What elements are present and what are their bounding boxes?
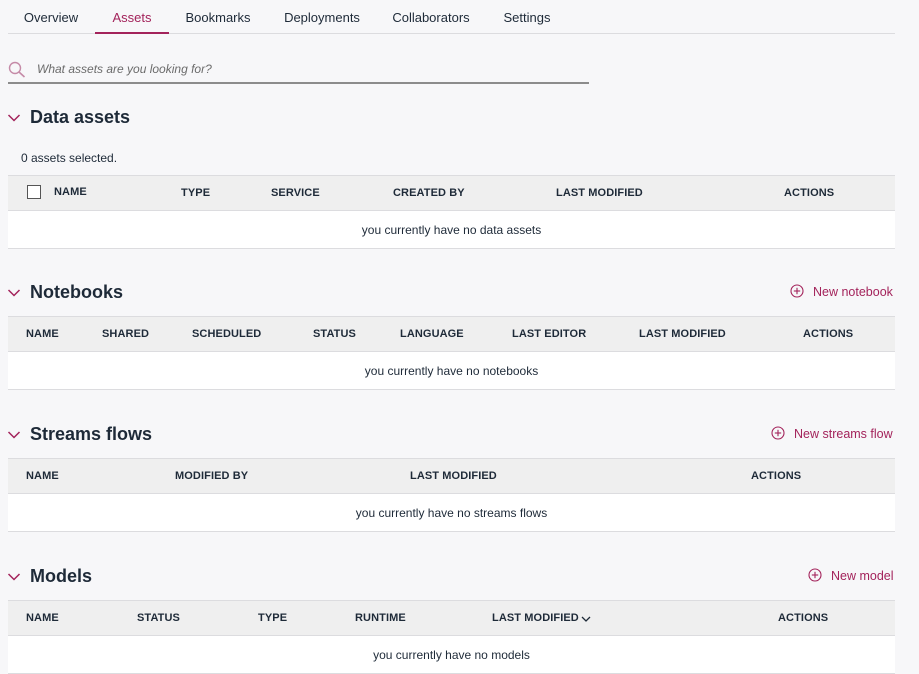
new-streams-flow-button[interactable]: New streams flow	[771, 425, 896, 445]
collapse-models-chevron-down-icon[interactable]	[7, 572, 21, 582]
column-header-last-modified[interactable]: LAST MODIFIED	[410, 459, 497, 493]
tab-collaborators[interactable]: Collaborators	[386, 0, 476, 33]
collapse-streams-flows-chevron-down-icon[interactable]	[7, 430, 21, 440]
asset-search	[8, 56, 589, 84]
collapse-notebooks-chevron-down-icon[interactable]	[7, 288, 21, 298]
empty-state-message: you currently have no models	[373, 648, 530, 662]
column-header-actions: ACTIONS	[803, 328, 854, 340]
plus-circle-icon	[771, 426, 785, 440]
column-header-last-modified[interactable]: LAST MODIFIED	[639, 317, 726, 351]
column-header-last-modified[interactable]: LAST MODIFIED	[492, 601, 579, 635]
column-header-last-modified[interactable]: LAST MODIFIED	[556, 176, 643, 210]
column-header-name[interactable]: NAME	[26, 601, 59, 635]
sort-chevron-down-icon[interactable]	[581, 615, 591, 623]
notebooks-table-body: you currently have no notebooks	[8, 352, 895, 390]
column-header-runtime[interactable]: RUNTIME	[355, 601, 406, 635]
data-assets-table-header: NAME TYPE SERVICE CREATED BY LAST MODIFI…	[8, 175, 895, 211]
column-header-name[interactable]: NAME	[26, 317, 59, 351]
empty-state-message: you currently have no data assets	[361, 223, 542, 237]
plus-circle-icon	[790, 284, 804, 298]
column-header-service[interactable]: SERVICE	[271, 176, 320, 210]
section-title-notebooks: Notebooks	[30, 282, 124, 302]
collapse-data-assets-chevron-down-icon[interactable]	[7, 113, 21, 123]
column-header-language[interactable]: LANGUAGE	[400, 317, 464, 351]
streams-flows-table-body: you currently have no streams flows	[8, 494, 895, 532]
section-title-models: Models	[30, 566, 93, 586]
new-notebook-label: New notebook	[813, 285, 893, 299]
column-header-modified-by[interactable]: MODIFIED BY	[175, 459, 248, 493]
column-header-type[interactable]: TYPE	[258, 601, 287, 635]
column-header-status[interactable]: STATUS	[137, 601, 180, 635]
search-icon	[8, 61, 26, 78]
new-streams-flow-label: New streams flow	[794, 427, 893, 441]
tab-settings[interactable]: Settings	[498, 0, 556, 33]
tab-overview[interactable]: Overview	[18, 0, 84, 33]
column-header-actions: ACTIONS	[784, 187, 835, 199]
select-all-checkbox[interactable]	[27, 185, 41, 199]
search-input[interactable]	[37, 58, 577, 80]
new-model-button[interactable]: New model	[808, 567, 896, 587]
plus-circle-icon	[808, 568, 822, 582]
notebooks-table-header: NAME SHARED SCHEDULED STATUS LANGUAGE LA…	[8, 316, 895, 352]
column-header-scheduled[interactable]: SCHEDULED	[192, 317, 261, 351]
assets-selected-count: 0 assets selected.	[21, 151, 118, 165]
section-title-data-assets: Data assets	[30, 107, 131, 127]
section-title-streams-flows: Streams flows	[30, 424, 153, 444]
tab-assets[interactable]: Assets	[95, 0, 169, 34]
column-header-last-editor[interactable]: LAST EDITOR	[512, 317, 586, 351]
new-model-label: New model	[831, 569, 894, 583]
column-header-actions: ACTIONS	[751, 470, 802, 482]
tab-deployments[interactable]: Deployments	[278, 0, 366, 33]
empty-state-message: you currently have no streams flows	[355, 506, 548, 520]
models-table-header: NAME STATUS TYPE RUNTIME LAST MODIFIED A…	[8, 600, 895, 636]
streams-flows-table-header: NAME MODIFIED BY LAST MODIFIED ACTIONS	[8, 458, 895, 494]
column-header-actions: ACTIONS	[778, 612, 829, 624]
column-header-created-by[interactable]: CREATED BY	[393, 176, 465, 210]
column-header-name[interactable]: NAME	[54, 175, 87, 209]
column-header-type[interactable]: TYPE	[181, 176, 210, 210]
column-header-name[interactable]: NAME	[26, 459, 59, 493]
data-assets-table-body: you currently have no data assets	[8, 211, 895, 249]
new-notebook-button[interactable]: New notebook	[790, 283, 896, 303]
tab-bar: Overview Assets Bookmarks Deployments Co…	[8, 0, 895, 34]
empty-state-message: you currently have no notebooks	[364, 364, 539, 378]
tab-bookmarks[interactable]: Bookmarks	[180, 0, 256, 33]
column-header-status[interactable]: STATUS	[313, 317, 356, 351]
models-table-body: you currently have no models	[8, 636, 895, 674]
column-header-shared[interactable]: SHARED	[102, 317, 149, 351]
